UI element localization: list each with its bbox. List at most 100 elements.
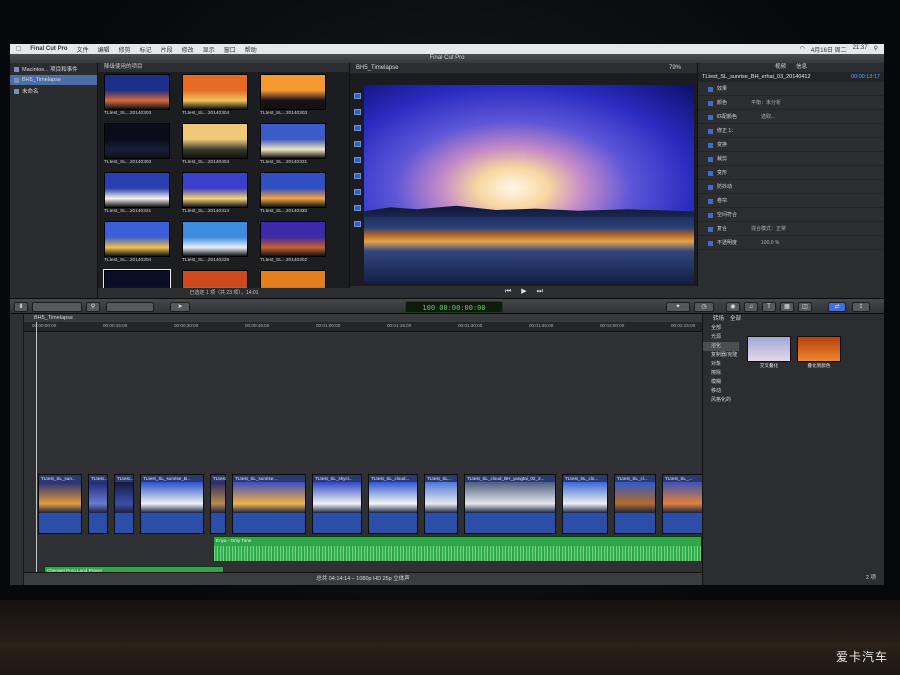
menu-app-name[interactable]: Final Cut Pro <box>30 46 67 52</box>
browser-clip[interactable]: TLtest_SL...20140303 <box>104 123 174 166</box>
browser-clip[interactable]: TLtest_SL...20140303 <box>260 74 330 117</box>
video-clip[interactable]: TLtest_SL_skycl... <box>312 474 362 534</box>
browser-clip[interactable]: TLtest_SL...20140302 <box>260 221 330 264</box>
menu-item[interactable]: 片段 <box>161 45 173 54</box>
checkbox-icon[interactable] <box>708 170 713 176</box>
transition-category[interactable]: 复制器/克隆 <box>703 351 739 360</box>
transition-category[interactable]: 擦除 <box>703 369 739 378</box>
browser-clip[interactable]: TLtest_SL...20140331 <box>260 123 330 166</box>
inspector-row[interactable]: 颜色 平衡：未分析 <box>698 96 884 110</box>
browser-clip[interactable]: TLtest_SL...20140304 <box>104 221 174 264</box>
transition-category[interactable]: 移动 <box>703 387 739 396</box>
video-clip[interactable]: TLtest_SL_sunrise... <box>232 474 306 534</box>
browser-clip[interactable]: TLtest_SL...20140320 <box>260 172 330 215</box>
video-clip[interactable]: TLtest_SL_clo... <box>562 474 608 534</box>
browser-clip[interactable]: TLtest_SL...20140303 <box>104 74 174 117</box>
browser-clip[interactable]: TLtest_SL...20140404 <box>182 123 252 166</box>
checkbox-icon[interactable] <box>708 142 713 148</box>
transition-category[interactable]: 对象 <box>703 360 739 369</box>
transition-category[interactable]: 溶化 <box>703 342 739 351</box>
video-clip[interactable]: TLtest_SL_cl... <box>614 474 656 534</box>
menu-item[interactable]: 帮助 <box>245 45 257 54</box>
menu-item[interactable]: 文件 <box>77 45 89 54</box>
transitions-browser-icon[interactable]: ⇄ <box>828 302 846 312</box>
tab-video[interactable]: 视频 <box>775 63 786 72</box>
transition-cross-dissolve[interactable]: 交叉叠化 <box>747 336 791 369</box>
menu-clock[interactable]: 21:37 <box>853 45 868 54</box>
import-icon[interactable]: ⬇ <box>14 302 28 312</box>
inspector-row[interactable]: 不透明度 100.0 % <box>698 236 884 250</box>
search-icon[interactable]: ⚲ <box>86 302 100 312</box>
inspector-row[interactable]: 裁剪 <box>698 152 884 166</box>
music-browser-icon[interactable]: ♫ <box>744 302 758 312</box>
checkbox-icon[interactable] <box>708 212 713 218</box>
checkbox-icon[interactable] <box>708 184 713 190</box>
skip-forward-icon[interactable]: ⏭ <box>537 286 543 298</box>
transitions-filter[interactable]: 全部 <box>730 314 741 324</box>
audio-clip-music[interactable]: Enya - Only Time <box>213 536 702 562</box>
video-clip[interactable]: TLtest_SL_sunrise_B... <box>140 474 204 534</box>
checkbox-icon[interactable] <box>708 240 713 246</box>
video-clip[interactable]: TLtest... <box>88 474 108 534</box>
menu-item[interactable]: 编辑 <box>98 45 110 54</box>
timeline-ruler[interactable]: 00:00:00:00 00:00:15:00 00:00:30:00 00:00:4… <box>24 322 702 332</box>
tab-info[interactable]: 信息 <box>796 63 807 72</box>
transition-category[interactable]: 全部 <box>703 324 739 333</box>
menu-item[interactable]: 标记 <box>140 45 152 54</box>
retime-icon[interactable]: ◷ <box>694 302 714 312</box>
playhead[interactable] <box>36 322 37 572</box>
video-clip[interactable]: TLtest_SL_cloud... <box>368 474 418 534</box>
spotlight-icon[interactable]: ⚲ <box>874 45 878 54</box>
video-clip[interactable]: TLtest_SL_cloud_BH_yangtai_02_2... <box>464 474 556 534</box>
menu-item[interactable]: 修剪 <box>119 45 131 54</box>
play-icon[interactable]: ▶ <box>521 286 526 298</box>
library-item-selected[interactable]: BH5_Timelapse <box>10 75 97 85</box>
themes-icon[interactable]: ◫ <box>798 302 812 312</box>
viewer-image[interactable] <box>364 85 694 283</box>
checkbox-icon[interactable] <box>708 86 713 92</box>
share-icon[interactable]: ⇪ <box>852 302 870 312</box>
checkbox-icon[interactable] <box>708 198 713 204</box>
photo-browser-icon[interactable]: ◉ <box>726 302 740 312</box>
video-clip[interactable]: TLtest_SL_sun... <box>38 474 82 534</box>
browser-clip[interactable]: TLtest_SL...20140314 <box>182 172 252 215</box>
inspector-row[interactable]: 修正 1： <box>698 124 884 138</box>
transition-category[interactable]: 风格化的 <box>703 396 739 405</box>
enhance-icon[interactable]: ✦ <box>666 302 690 312</box>
browser-clip[interactable]: TLtest_SL...20140304 <box>182 74 252 117</box>
browser-clip[interactable]: TLtest_SL...20140331 <box>104 172 174 215</box>
inspector-row[interactable]: 复合 混合模式：正常 <box>698 222 884 236</box>
checkbox-icon[interactable] <box>708 114 713 120</box>
titles-browser-icon[interactable]: T <box>762 302 776 312</box>
wifi-icon[interactable]: ◠ <box>800 45 805 54</box>
media-tools-button[interactable] <box>32 302 82 312</box>
inspector-row[interactable]: 空间符合 <box>698 208 884 222</box>
checkbox-icon[interactable] <box>708 156 713 162</box>
transition-dip-to-color[interactable]: 叠化到颜色 <box>797 336 841 369</box>
inspector-row[interactable]: 防抖动 <box>698 180 884 194</box>
edit-buttons[interactable] <box>106 302 154 312</box>
inspector-row[interactable]: 变形 <box>698 166 884 180</box>
menu-item[interactable]: 显示 <box>203 45 215 54</box>
menu-item[interactable]: 窗口 <box>224 45 236 54</box>
inspector-row[interactable]: 匹配颜色 选取... <box>698 110 884 124</box>
inspector-row[interactable]: 变换 <box>698 138 884 152</box>
video-clip[interactable]: TLtest_SL... <box>424 474 458 534</box>
skip-back-icon[interactable]: ⏮ <box>505 286 511 298</box>
library-item[interactable]: Macintos... 项目和事件 <box>10 63 97 75</box>
apple-icon[interactable]:  <box>16 46 21 53</box>
library-item[interactable]: 未命名 <box>10 85 97 97</box>
checkbox-icon[interactable] <box>708 226 713 232</box>
checkbox-icon[interactable] <box>708 128 713 134</box>
video-clip[interactable]: TLtest... <box>210 474 226 534</box>
select-tool-icon[interactable]: ➤ <box>170 302 190 312</box>
checkbox-icon[interactable] <box>708 100 713 106</box>
browser-clip[interactable]: TLtest_SL...20140228 <box>182 221 252 264</box>
transition-category[interactable]: 模糊 <box>703 378 739 387</box>
generators-icon[interactable]: ▦ <box>780 302 794 312</box>
inspector-row[interactable]: 效果 <box>698 82 884 96</box>
viewer-zoom[interactable]: 79% <box>669 63 697 73</box>
transition-category[interactable]: 光源 <box>703 333 739 342</box>
dashboard-timecode[interactable]: 100 00:00:00:00 <box>405 301 503 313</box>
video-clip[interactable]: TLtest... <box>114 474 134 534</box>
